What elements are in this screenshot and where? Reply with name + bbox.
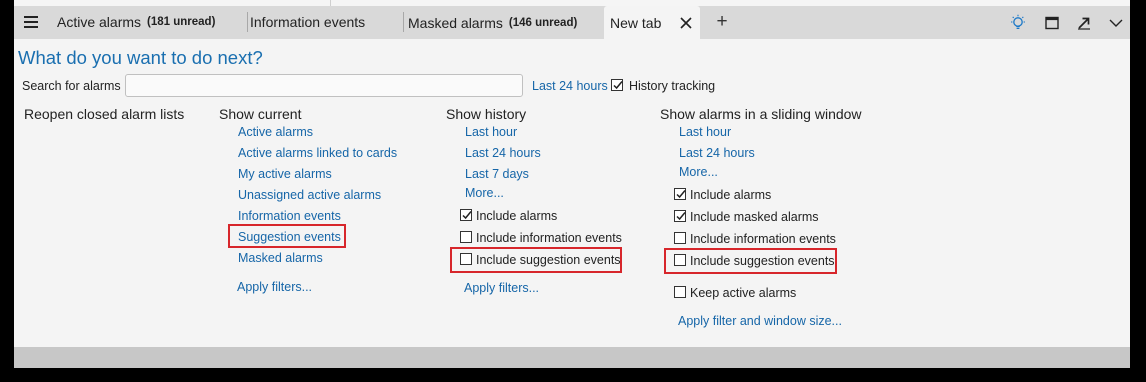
history-include-information-events-label: Include information events — [476, 231, 622, 245]
tab-unread-badge: (181 unread) — [147, 16, 216, 28]
tab-label: Active alarms — [57, 14, 142, 30]
tab-unread-badge: (146 unread) — [508, 16, 578, 29]
show-history-heading: Show history — [446, 106, 527, 122]
sliding-keep-active-alarms-checkbox[interactable] — [674, 286, 686, 298]
sliding-more-link[interactable]: More... — [679, 165, 718, 179]
tab-active-alarms[interactable]: Active alarms (181 unread) — [57, 12, 248, 32]
app-window: Active alarms (181 unread) Information e… — [0, 0, 1146, 382]
current-apply-filters-link[interactable]: Apply filters... — [237, 280, 312, 294]
highlight-box — [228, 224, 346, 248]
show-current-heading: Show current — [219, 106, 302, 122]
tab-label: Masked alarms — [408, 14, 503, 31]
search-time-range-link[interactable]: Last 24 hours — [532, 79, 608, 93]
status-bar — [14, 347, 1130, 368]
sliding-include-information-events-label: Include information events — [690, 232, 836, 246]
history-more-link[interactable]: More... — [465, 186, 504, 200]
history-include-alarms-label: Include alarms — [476, 209, 558, 223]
current-unassigned-active-alarms-link[interactable]: Unassigned active alarms — [238, 188, 381, 202]
lightbulb-icon[interactable] — [1009, 14, 1027, 32]
sliding-include-information-events-checkbox[interactable] — [674, 232, 686, 244]
sliding-apply-filter-and-window-size-link[interactable]: Apply filter and window size... — [678, 314, 842, 328]
add-tab-icon[interactable]: + — [712, 12, 732, 32]
sliding-include-alarms-checkbox[interactable] — [674, 188, 686, 200]
sliding-include-masked-alarms-label: Include masked alarms — [690, 210, 819, 224]
sliding-last-hour-link[interactable]: Last hour — [679, 125, 731, 139]
hamburger-menu-icon[interactable] — [24, 16, 38, 28]
history-include-alarms-checkbox[interactable] — [460, 209, 472, 221]
history-include-information-events-checkbox[interactable] — [460, 231, 472, 243]
tab-label: Information events — [250, 14, 366, 30]
sliding-include-masked-alarms-checkbox[interactable] — [674, 210, 686, 222]
history-tracking-label: History tracking — [629, 79, 716, 93]
highlight-box — [450, 247, 622, 273]
current-my-active-alarms-link[interactable]: My active alarms — [238, 167, 332, 181]
history-apply-filters-link[interactable]: Apply filters... — [464, 281, 539, 295]
page-title: What do you want to do next? — [18, 47, 263, 68]
new-tab-page: What do you want to do next? Search for … — [14, 39, 1130, 347]
highlight-box — [664, 248, 837, 274]
current-active-alarms-link[interactable]: Active alarms — [238, 125, 313, 139]
close-tab-icon[interactable] — [678, 15, 694, 31]
current-active-alarms-linked-to-cards-link[interactable]: Active alarms linked to cards — [238, 146, 397, 160]
history-last-hour-link[interactable]: Last hour — [465, 125, 517, 139]
tab-information-events[interactable]: Information events — [249, 12, 404, 32]
sliding-last-24-hours-link[interactable]: Last 24 hours — [679, 146, 755, 160]
sliding-window-heading: Show alarms in a sliding window — [660, 106, 862, 122]
maximize-window-icon[interactable] — [1043, 14, 1061, 32]
chevron-down-icon[interactable] — [1107, 14, 1125, 32]
reopen-closed-lists-heading: Reopen closed alarm lists — [24, 106, 185, 122]
sliding-include-alarms-label: Include alarms — [690, 188, 772, 202]
sliding-keep-active-alarms-label: Keep active alarms — [690, 286, 797, 300]
current-masked-alarms-link[interactable]: Masked alarms — [238, 251, 323, 265]
tab-label: New tab — [610, 14, 662, 31]
pop-out-icon[interactable] — [1075, 14, 1093, 32]
history-tracking-checkbox[interactable] — [611, 79, 623, 91]
current-information-events-link[interactable]: Information events — [238, 209, 341, 223]
tab-bar: Active alarms (181 unread) Information e… — [14, 6, 1130, 39]
search-input[interactable] — [125, 74, 523, 97]
tab-masked-alarms[interactable]: Masked alarms (146 unread) — [408, 6, 604, 39]
history-last-24-hours-link[interactable]: Last 24 hours — [465, 146, 541, 160]
history-last-7-days-link[interactable]: Last 7 days — [465, 167, 529, 181]
search-label: Search for alarms — [22, 79, 121, 93]
